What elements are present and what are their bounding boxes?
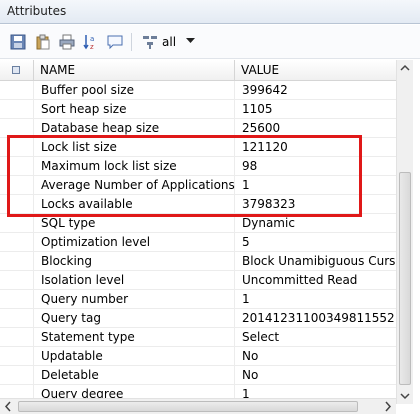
row-marker — [0, 328, 34, 346]
value-cell: Uncommitted Read — [242, 273, 358, 287]
value-cell: 20141231100349811552 — [242, 311, 395, 325]
row-marker — [0, 366, 34, 384]
table-row[interactable]: Sort heap size 1105 — [0, 100, 396, 119]
name-cell: Query tag — [34, 309, 235, 327]
value-cell: 1 — [242, 292, 250, 306]
value-cell: Select — [242, 330, 280, 344]
scroll-down-arrow-icon[interactable] — [397, 388, 413, 404]
scroll-up-arrow-icon[interactable] — [397, 60, 413, 76]
value-cell: No — [242, 349, 259, 363]
name-cell: Sort heap size — [34, 100, 235, 118]
table-row[interactable]: Query number 1 — [0, 290, 396, 309]
row-marker — [0, 347, 34, 365]
table-row[interactable]: Deletable No — [0, 366, 396, 385]
select-all-corner[interactable] — [0, 60, 34, 81]
name-cell: Updatable — [34, 347, 235, 365]
row-marker — [0, 81, 34, 99]
row-marker — [0, 100, 34, 118]
row-marker — [0, 252, 34, 270]
value-cell: Block Unamibiguous Cursors — [242, 254, 396, 268]
attributes-table: NAME VALUE Buffer pool size 399642 Sort h… — [0, 60, 396, 404]
paste-icon[interactable] — [35, 34, 51, 50]
row-marker — [0, 290, 34, 308]
row-marker — [0, 271, 34, 289]
svg-text:a: a — [90, 35, 94, 43]
name-cell: Deletable — [34, 366, 235, 384]
table-row[interactable]: Updatable No — [0, 347, 396, 366]
name-cell: Statement type — [34, 328, 235, 346]
attributes-panel-titlebar: Attributes — [0, 0, 420, 24]
table-row[interactable]: Buffer pool size 399642 — [0, 81, 396, 100]
dropdown-arrow-icon[interactable] — [186, 38, 195, 44]
value-cell: No — [242, 368, 259, 382]
filter-icon[interactable] — [142, 34, 158, 50]
toolbar: a z all — [0, 25, 420, 59]
name-cell: Isolation level — [34, 271, 235, 289]
column-header-name[interactable]: NAME — [34, 60, 235, 81]
table-row[interactable]: Query tag 20141231100349811552 — [0, 309, 396, 328]
sort-az-icon[interactable]: a z — [83, 34, 99, 50]
table-row[interactable]: Blocking Block Unamibiguous Cursors — [0, 252, 396, 271]
row-marker — [0, 233, 34, 251]
horizontal-scroll-thumb[interactable] — [18, 401, 358, 412]
select-all-icon — [12, 66, 20, 74]
name-cell: Blocking — [34, 252, 235, 270]
comment-icon[interactable] — [107, 34, 123, 50]
value-cell: 399642 — [242, 83, 288, 97]
name-cell: Optimization level — [34, 233, 235, 251]
horizontal-scrollbar[interactable] — [0, 398, 396, 414]
table-row[interactable]: Optimization level 5 — [0, 233, 396, 252]
panel-title: Attributes — [7, 4, 67, 18]
table-row[interactable]: Isolation level Uncommitted Read — [0, 271, 396, 290]
column-header-value[interactable]: VALUE — [235, 60, 396, 81]
row-marker — [0, 309, 34, 327]
print-icon[interactable] — [59, 34, 75, 50]
save-icon[interactable] — [10, 34, 26, 50]
scroll-right-arrow-icon[interactable] — [380, 399, 396, 414]
vertical-scrollbar[interactable] — [396, 60, 413, 404]
filter-label[interactable]: all — [162, 35, 176, 49]
name-cell: Buffer pool size — [34, 81, 235, 99]
red-highlight-box — [7, 135, 362, 217]
value-cell: 5 — [242, 235, 250, 249]
vertical-scroll-thumb[interactable] — [399, 172, 411, 385]
toolbar-separator — [131, 33, 132, 51]
svg-text:z: z — [90, 43, 94, 50]
value-cell: 1105 — [242, 102, 273, 116]
scroll-left-arrow-icon[interactable] — [0, 399, 16, 414]
table-header: NAME VALUE — [0, 60, 396, 81]
table-row[interactable]: Statement type Select — [0, 328, 396, 347]
name-cell: Query number — [34, 290, 235, 308]
